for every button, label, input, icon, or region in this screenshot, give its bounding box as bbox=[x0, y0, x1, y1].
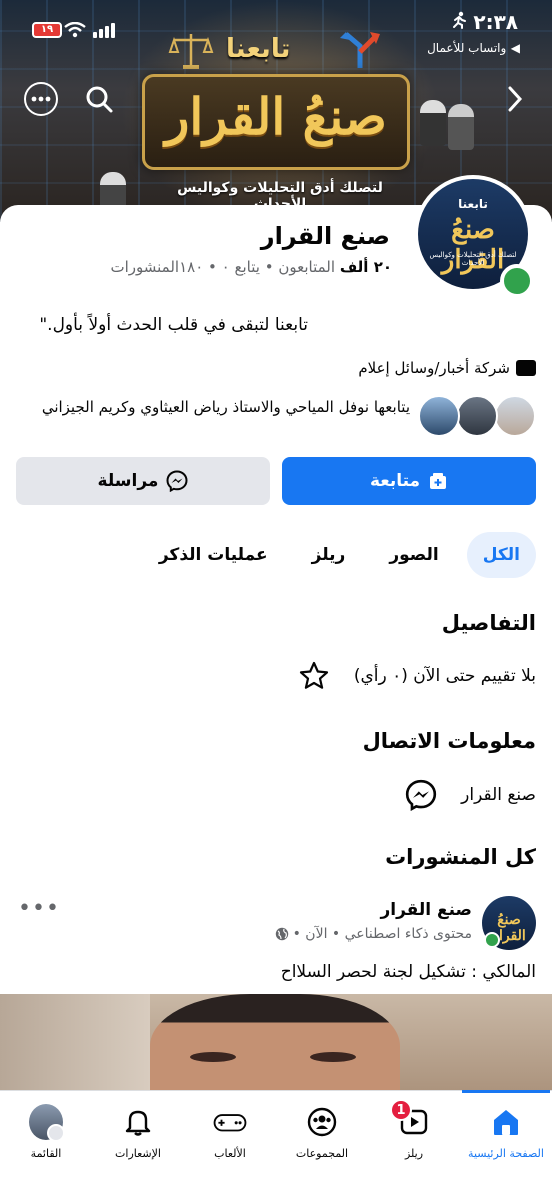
nav-gaming[interactable]: الألعاب bbox=[184, 1091, 276, 1195]
nav-reels-label: ريلز bbox=[404, 1147, 424, 1160]
page-category: شركة أخبار/وسائل إعلام bbox=[358, 359, 536, 377]
menu-avatar bbox=[29, 1104, 65, 1142]
mutual-followers[interactable]: يتابعها نوفل المياحي والاستاذ رياض العيث… bbox=[16, 393, 536, 445]
activity-icon bbox=[453, 11, 466, 29]
wifi-icon bbox=[64, 22, 86, 38]
cover-title: صنعُ القرار bbox=[165, 87, 387, 146]
post-image-eye bbox=[310, 1052, 356, 1062]
bell-icon bbox=[121, 1105, 155, 1139]
cover-person bbox=[448, 104, 474, 150]
back-app-label: واتساب للأعمال bbox=[427, 41, 507, 55]
bottom-navigation: الصفحة الرئيسية 1 ريلز المجموعات الألعاب… bbox=[0, 1090, 552, 1195]
post-author-name[interactable]: صنع القرار bbox=[380, 900, 472, 920]
cellular-signal-icon bbox=[93, 23, 115, 38]
gaming-icon bbox=[213, 1105, 247, 1139]
groups-icon bbox=[305, 1105, 339, 1139]
nav-home-label: الصفحة الرئيسية bbox=[468, 1147, 544, 1160]
contact-info-title: معلومات الاتصال bbox=[362, 729, 536, 753]
search-icon bbox=[86, 86, 113, 113]
more-options-button[interactable] bbox=[24, 82, 58, 116]
nav-notifications[interactable]: الإشعارات bbox=[92, 1091, 184, 1195]
tab-all[interactable]: الكل bbox=[466, 532, 536, 578]
all-posts-title: كل المنشورات bbox=[385, 845, 536, 869]
reels-notification-badge: 1 bbox=[390, 1099, 412, 1121]
post-online-dot bbox=[484, 932, 500, 948]
avatar-follow-word: تابعنا bbox=[458, 197, 488, 211]
status-bar: ٢:٣٨ ١٩ ◀ واتساب للأعمال bbox=[0, 0, 552, 55]
message-button[interactable]: مراسلة bbox=[16, 457, 270, 505]
post-meta: محتوى ذكاء اصطناعي • الآن • bbox=[275, 926, 472, 942]
followers-count[interactable]: ٢٠ ألف bbox=[340, 258, 392, 276]
tab-reels[interactable]: ريلز bbox=[296, 532, 362, 578]
nav-menu[interactable]: القائمة bbox=[0, 1091, 92, 1195]
back-button[interactable] bbox=[498, 82, 532, 116]
back-to-app-link[interactable]: ◀ واتساب للأعمال bbox=[427, 40, 520, 56]
post-image[interactable] bbox=[0, 994, 552, 1104]
star-icon bbox=[299, 661, 328, 689]
post-image-background bbox=[0, 994, 150, 1104]
messenger-contact-text: صنع القرار bbox=[461, 785, 536, 805]
post-image-face bbox=[150, 994, 400, 1104]
cover-person bbox=[420, 100, 446, 146]
tab-mentions[interactable]: عمليات الذكر bbox=[143, 532, 284, 578]
tab-photos[interactable]: الصور bbox=[373, 532, 454, 578]
messenger-icon bbox=[166, 470, 188, 492]
nav-gaming-label: الألعاب bbox=[214, 1147, 246, 1160]
message-label: مراسلة bbox=[97, 471, 159, 491]
messenger-contact-row[interactable]: صنع القرار bbox=[403, 777, 536, 813]
follow-button[interactable]: متابعة bbox=[282, 457, 536, 505]
post-text: المالكي : تشكيل لجنة لحصر السلااح bbox=[280, 962, 536, 982]
rating-text: بلا تقييم حتى الآن (٠ رأي) bbox=[353, 666, 536, 686]
cover-banner: صنعُ القرار bbox=[142, 74, 410, 170]
search-button[interactable] bbox=[82, 82, 116, 116]
user-avatar bbox=[29, 1104, 65, 1142]
nav-groups[interactable]: المجموعات bbox=[276, 1091, 368, 1195]
rating-row[interactable]: بلا تقييم حتى الآن (٠ رأي) bbox=[296, 658, 536, 694]
chevron-right-icon bbox=[508, 86, 523, 112]
nav-notifications-label: الإشعارات bbox=[115, 1147, 161, 1160]
following-text[interactable]: • يتابع ٠ bbox=[222, 258, 274, 276]
follower-avatar bbox=[418, 395, 460, 437]
globe-icon bbox=[275, 927, 288, 941]
follower-avatar bbox=[494, 395, 536, 437]
battery-indicator: ١٩ bbox=[32, 22, 62, 38]
page-bio: تابعنا لتبقى في قلب الحدث أولاً بأول." bbox=[39, 315, 308, 335]
messenger-icon-wrap bbox=[403, 777, 439, 813]
messenger-icon bbox=[406, 779, 437, 811]
follow-label: متابعة bbox=[369, 471, 421, 491]
nav-reels[interactable]: 1 ريلز bbox=[368, 1091, 460, 1195]
page-stats: ٢٠ ألف المتابعون • يتابع ٠ • ١٨٠المنشورا… bbox=[110, 258, 392, 276]
online-status-dot bbox=[500, 264, 534, 298]
mutual-followers-text: يتابعها نوفل المياحي والاستاذ رياض العيث… bbox=[41, 398, 410, 416]
page-name: صنع القرار bbox=[260, 222, 390, 250]
mutual-avatars bbox=[414, 393, 536, 439]
details-title: التفاصيل bbox=[441, 611, 536, 635]
followers-label[interactable]: المتابعون bbox=[278, 258, 335, 276]
home-icon bbox=[489, 1105, 523, 1139]
more-icon bbox=[31, 96, 51, 102]
profile-tabs: الكل الصور ريلز عمليات الذكر bbox=[143, 532, 536, 580]
category-label: شركة أخبار/وسائل إعلام bbox=[358, 359, 510, 377]
status-time: ٢:٣٨ bbox=[473, 10, 518, 34]
posts-count-text: • ١٨٠المنشورات bbox=[110, 258, 217, 276]
nav-groups-label: المجموعات bbox=[295, 1147, 349, 1160]
back-arrow-icon: ◀ bbox=[510, 41, 520, 55]
follower-avatar bbox=[456, 395, 498, 437]
post-meta-text: محتوى ذكاء اصطناعي • الآن • bbox=[292, 926, 472, 942]
post-image-eye bbox=[190, 1052, 236, 1062]
clapperboard-icon bbox=[516, 360, 536, 376]
follow-page-icon bbox=[430, 473, 447, 489]
nav-menu-label: القائمة bbox=[30, 1147, 62, 1160]
post-more-icon[interactable]: ••• bbox=[18, 896, 60, 921]
star-icon-wrap bbox=[296, 658, 332, 694]
nav-home[interactable]: الصفحة الرئيسية bbox=[460, 1090, 552, 1195]
